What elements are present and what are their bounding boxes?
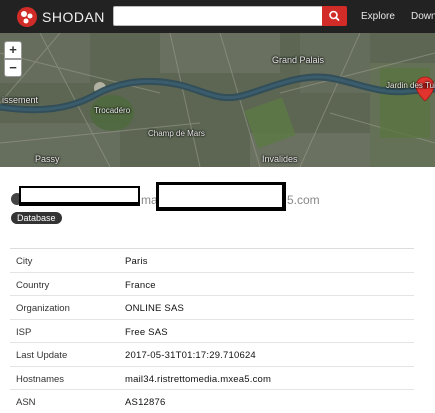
info-value: mail34.ristrettomedia.mxea5.com bbox=[125, 373, 272, 385]
info-value: Paris bbox=[125, 256, 148, 267]
info-key: Last Update bbox=[16, 350, 68, 361]
table-row: City Paris bbox=[10, 249, 414, 273]
host-domain-suffix: 5.com bbox=[287, 193, 320, 207]
map-label-trocadero: Trocadéro bbox=[94, 106, 131, 115]
host-info-table: City Paris Country France Organization O… bbox=[10, 248, 414, 413]
info-key: ASN bbox=[16, 397, 36, 408]
map-label-champ: Champ de Mars bbox=[148, 129, 205, 138]
map-label-grand-palais: Grand Palais bbox=[272, 55, 325, 65]
info-value: ONLINE SAS bbox=[125, 303, 185, 314]
redaction-box bbox=[19, 186, 140, 206]
table-row: Hostnames mail34.ristrettomedia.mxea5.co… bbox=[10, 367, 414, 390]
zoom-in-button[interactable]: + bbox=[4, 41, 22, 59]
info-value: 2017-05-31T01:17:29.710624 bbox=[125, 350, 256, 361]
info-value: AS12876 bbox=[125, 397, 166, 408]
brand-name[interactable]: SHODAN bbox=[42, 9, 105, 25]
redaction-box bbox=[156, 182, 286, 211]
info-key: City bbox=[16, 256, 33, 267]
info-key: Organization bbox=[16, 303, 70, 314]
info-value: France bbox=[125, 279, 156, 291]
search-icon bbox=[329, 10, 340, 21]
search-input[interactable] bbox=[113, 6, 323, 26]
table-row: ISP Free SAS bbox=[10, 320, 414, 343]
shodan-host-page: SHODAN Explore Downl bbox=[0, 0, 435, 413]
info-key: Country bbox=[16, 279, 50, 291]
satellite-map[interactable]: + − Grand Palais Jardin des Tuileries Tr… bbox=[0, 33, 435, 167]
table-row: Country France bbox=[10, 273, 414, 296]
shodan-logo-icon[interactable] bbox=[17, 7, 37, 27]
map-label-tuileries: Jardin des Tuileries bbox=[386, 81, 435, 90]
info-value: Free SAS bbox=[125, 326, 168, 338]
nav-download-link[interactable]: Downl bbox=[411, 11, 435, 22]
search-button[interactable] bbox=[322, 6, 347, 26]
zoom-out-button[interactable]: − bbox=[4, 59, 22, 77]
map-label-invalides: Invalides bbox=[262, 154, 298, 164]
map-label-passy: Passy bbox=[35, 154, 60, 164]
database-tag[interactable]: Database bbox=[11, 212, 62, 224]
map-imagery bbox=[0, 33, 435, 167]
map-label-issement: issement bbox=[2, 95, 39, 105]
nav-explore-link[interactable]: Explore bbox=[361, 11, 395, 22]
table-row: Last Update 2017-05-31T01:17:29.710624 bbox=[10, 343, 414, 367]
info-key: Hostnames bbox=[16, 373, 65, 385]
info-key: ISP bbox=[16, 326, 32, 338]
table-row: ASN AS12876 bbox=[10, 390, 414, 413]
top-navbar: SHODAN Explore Downl bbox=[0, 0, 435, 33]
table-row: Organization ONLINE SAS bbox=[10, 296, 414, 320]
